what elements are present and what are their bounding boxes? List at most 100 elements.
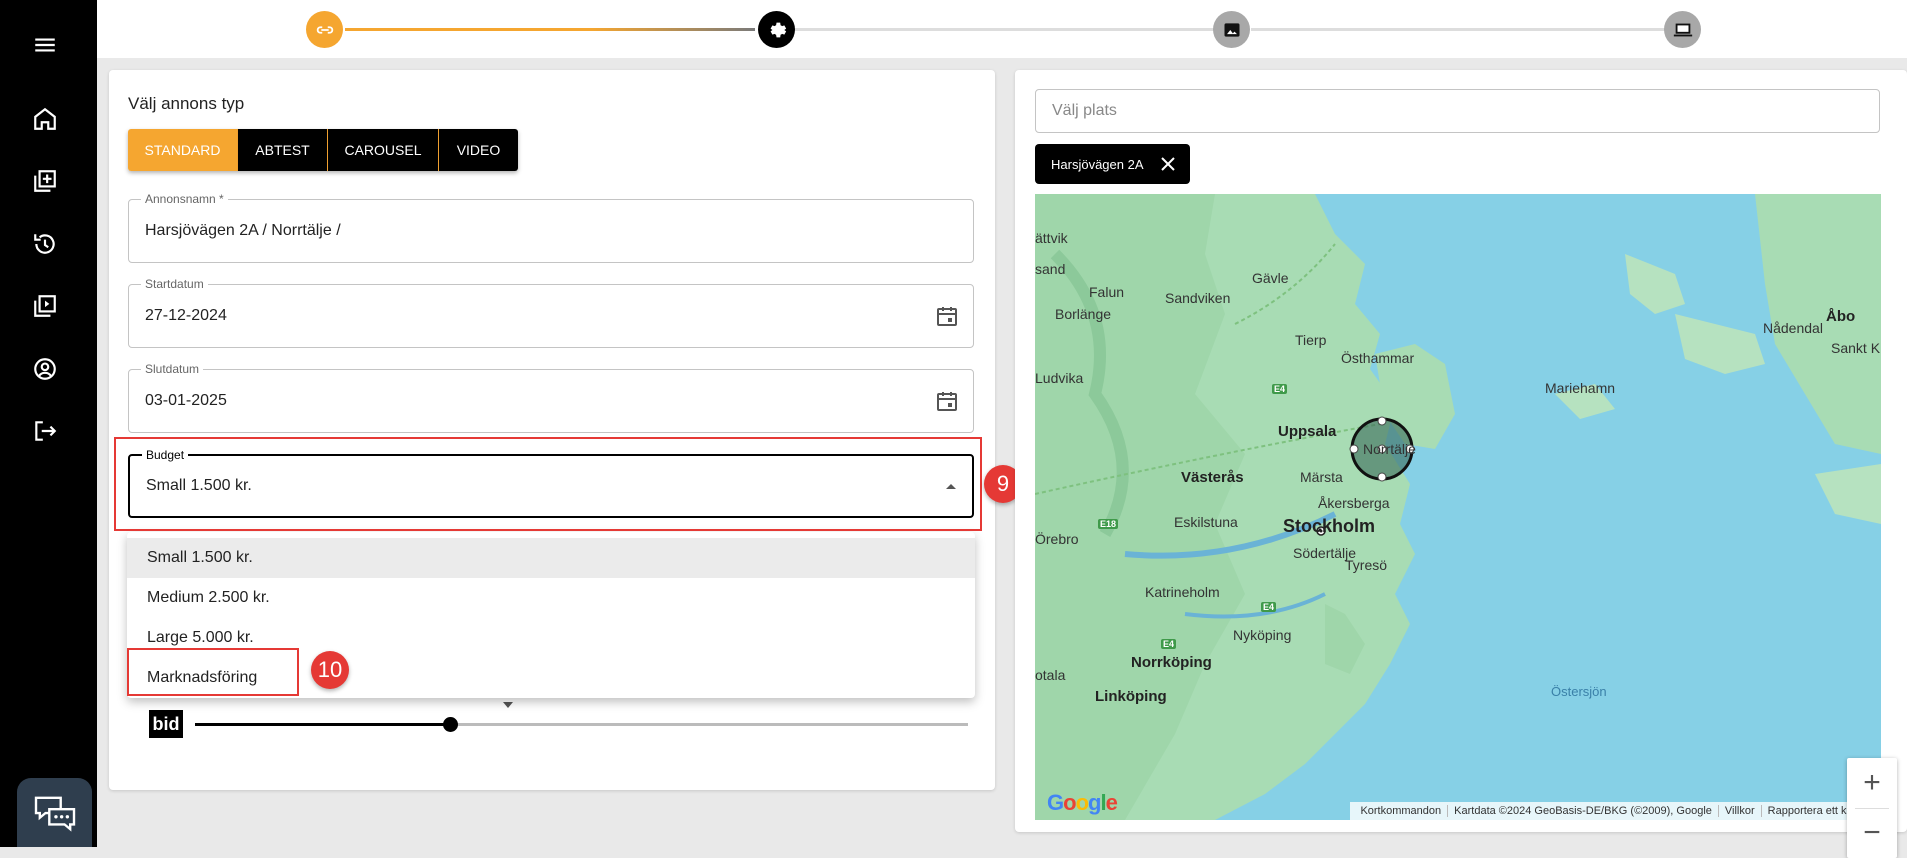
map-label-ostersjon: Östersjön xyxy=(1551,684,1607,699)
zoom-out-button[interactable]: − xyxy=(1847,808,1897,858)
calendar-icon[interactable] xyxy=(935,304,959,328)
stepper xyxy=(97,0,1907,58)
map-label-falun: Falun xyxy=(1089,284,1125,300)
ad-name-value: Harsjövägen 2A / Norrtälje / xyxy=(145,222,341,239)
map-label-gavle: Gävle xyxy=(1252,270,1289,286)
map-label-akersberga: Åkersberga xyxy=(1318,495,1390,511)
ad-type-title: Välj annons typ xyxy=(128,94,245,113)
map-label-ludvika: Ludvika xyxy=(1035,370,1084,386)
road-shield-e4: E4 xyxy=(1272,384,1288,394)
stepper-progress-line xyxy=(345,28,755,31)
map-attribution: Kortkommandon Kartdata ©2024 GeoBasis-DE… xyxy=(1350,802,1881,820)
ad-settings-panel: Välj annons typ STANDARD ABTEST CAROUSEL… xyxy=(109,70,995,790)
logout-icon[interactable] xyxy=(27,413,63,449)
budget-label: Budget xyxy=(142,448,189,462)
map-label-sandviken: Sandviken xyxy=(1165,290,1231,306)
start-date-value: 27-12-2024 xyxy=(145,307,227,324)
budget-option-small[interactable]: Small 1.500 kr. xyxy=(127,538,975,578)
chevron-up-icon xyxy=(946,484,956,489)
ad-type-carousel-button[interactable]: CAROUSEL xyxy=(328,129,439,171)
map-label-vasteras: Västerås xyxy=(1181,469,1244,486)
map-label-tierp: Tierp xyxy=(1295,332,1327,348)
start-date-field[interactable]: Startdatum 27-12-2024 xyxy=(128,277,974,348)
map-label-nykoping: Nyköping xyxy=(1233,627,1292,643)
map-label-tyreso: Tyresö xyxy=(1345,557,1388,573)
map-label-nadendal: Nådendal xyxy=(1763,320,1823,336)
image-icon xyxy=(1224,22,1239,37)
video-library-icon[interactable] xyxy=(27,288,63,324)
map-label-abo: Åbo xyxy=(1826,308,1856,325)
road-shield-e18: E18 xyxy=(1098,519,1119,529)
budget-options-menu: Small 1.500 kr. Medium 2.500 kr. Large 5… xyxy=(127,532,975,698)
map-label-attvik: ättvik xyxy=(1035,230,1068,246)
map-data-text: Kartdata ©2024 GeoBasis-DE/BKG (©2009), … xyxy=(1447,805,1718,817)
end-date-field[interactable]: Slutdatum 03-01-2025 xyxy=(128,362,974,433)
ad-type-abtest-button[interactable]: ABTEST xyxy=(238,129,328,171)
bid-slider-thumb[interactable] xyxy=(443,717,459,732)
end-date-label: Slutdatum xyxy=(141,362,204,376)
ad-type-toggle: STANDARD ABTEST CAROUSEL VIDEO xyxy=(128,129,518,171)
map-label-marsta: Märsta xyxy=(1300,469,1343,485)
map-label-norrtalje: Norrtälje xyxy=(1363,441,1416,457)
map-label-osthammar: Östhammar xyxy=(1341,350,1415,366)
history-icon[interactable] xyxy=(27,226,63,262)
budget-option-marketing[interactable]: Marknadsföring xyxy=(127,658,975,698)
map-label-uppsala: Uppsala xyxy=(1278,423,1337,440)
zoom-control: + − xyxy=(1847,758,1897,858)
keyboard-shortcuts-link[interactable]: Kortkommandon xyxy=(1354,805,1447,817)
map-label-borlange: Borlänge xyxy=(1055,306,1112,322)
map[interactable]: ättvik sand Ludvika Falun Borlänge Sandv… xyxy=(1035,194,1881,820)
ad-name-label: Annonsnamn * xyxy=(141,192,228,206)
map-label-stockholm: Stockholm xyxy=(1283,516,1376,536)
location-search-field[interactable] xyxy=(1035,89,1880,133)
budget-option-large[interactable]: Large 5.000 kr. xyxy=(127,618,975,658)
calendar-icon[interactable] xyxy=(935,389,959,413)
menu-icon[interactable] xyxy=(27,27,63,63)
map-label-sand: sand xyxy=(1035,261,1066,277)
settings-icon xyxy=(770,22,786,37)
ad-type-video-button[interactable]: VIDEO xyxy=(439,129,518,171)
budget-option-medium[interactable]: Medium 2.500 kr. xyxy=(127,578,975,618)
step-laptop[interactable] xyxy=(1664,11,1701,48)
ad-type-standard-button[interactable]: STANDARD xyxy=(128,129,238,171)
map-label-norrkoping: Norrköping xyxy=(1131,654,1212,671)
zoom-in-button[interactable]: + xyxy=(1847,758,1897,808)
map-label-otala: otala xyxy=(1035,667,1066,683)
road-shield-e4: E4 xyxy=(1161,639,1177,649)
sidebar xyxy=(0,0,97,847)
end-date-value: 03-01-2025 xyxy=(145,392,227,409)
budget-select[interactable]: Budget Small 1.500 kr. xyxy=(128,448,974,518)
budget-value: Small 1.500 kr. xyxy=(146,477,252,494)
location-chip: Harsjövägen 2A xyxy=(1035,144,1190,184)
ad-name-field[interactable]: Annonsnamn * Harsjövägen 2A / Norrtälje … xyxy=(128,192,974,263)
stepper-line xyxy=(777,28,1237,31)
bid-slider-fill xyxy=(195,723,451,726)
step-link[interactable] xyxy=(306,11,343,48)
chat-icon[interactable] xyxy=(17,778,92,847)
road-shield-e4: E4 xyxy=(1261,602,1277,612)
map-label-sankt: Sankt K xyxy=(1831,340,1881,356)
map-label-orebro: Örebro xyxy=(1035,531,1079,547)
location-panel: Harsjövägen 2A ättvik xyxy=(1015,70,1907,858)
account-icon[interactable] xyxy=(27,351,63,387)
step-image[interactable] xyxy=(1213,11,1250,48)
location-search-input[interactable] xyxy=(1036,90,1879,132)
map-terrain xyxy=(1035,194,1881,820)
slider-marker-icon xyxy=(503,702,513,708)
step-badge-10: 10 xyxy=(311,651,349,689)
stepper-line xyxy=(1251,28,1691,31)
google-logo: Google xyxy=(1047,790,1118,815)
map-label-eskilstuna: Eskilstuna xyxy=(1174,514,1238,530)
terms-link[interactable]: Villkor xyxy=(1717,805,1761,817)
close-icon[interactable] xyxy=(1158,154,1178,174)
laptop-icon xyxy=(1673,23,1692,36)
step-settings[interactable] xyxy=(758,11,795,48)
map-label-katrineholm: Katrineholm xyxy=(1145,584,1220,600)
start-date-label: Startdatum xyxy=(141,277,208,291)
add-ad-icon[interactable] xyxy=(27,163,63,199)
bid-logo: bid xyxy=(149,710,183,738)
map-label-linkoping: Linköping xyxy=(1095,688,1167,705)
location-chip-label: Harsjövägen 2A xyxy=(1051,156,1144,172)
home-icon[interactable] xyxy=(27,101,63,137)
map-label-mariehamn: Mariehamn xyxy=(1545,380,1616,396)
